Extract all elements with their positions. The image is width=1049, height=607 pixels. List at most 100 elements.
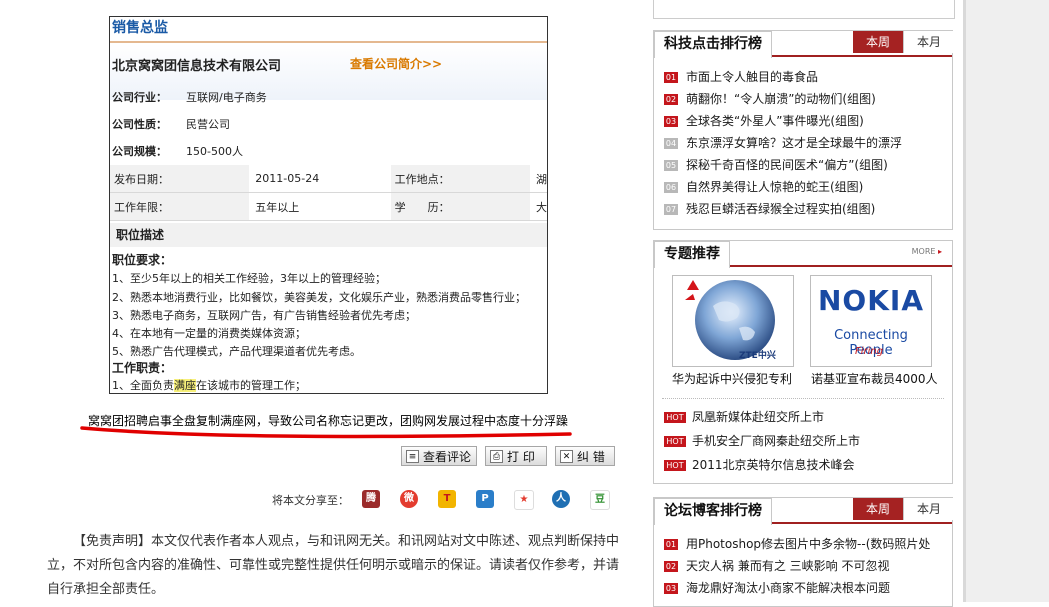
requirement-line: 4、在本地有一定量的消费类媒体资源； <box>112 327 306 340</box>
years-label: 工作年限： <box>110 192 250 221</box>
tab-month[interactable]: 本月 <box>903 498 954 520</box>
panel-header: 专题推荐 MORE ▸ <box>654 241 952 268</box>
rank-number: 06 <box>664 182 678 193</box>
panel-header: 论坛博客排行榜 本周 本月 <box>654 498 954 525</box>
panel-title: 专题推荐 <box>654 241 730 268</box>
nature-label: 公司性质： <box>112 118 167 131</box>
rank-item[interactable]: 02 天灾人祸 兼而有之 三峡影响 不可忽视 <box>664 557 889 574</box>
correct-error-button[interactable]: ✕ 纠 错 <box>555 446 615 466</box>
hot-badge: HOT <box>664 412 686 423</box>
qq-weibo-share-icon[interactable]: 腾 <box>362 490 380 508</box>
rank-number: 03 <box>664 116 678 127</box>
industry-value: 互联网/电子商务 <box>186 91 267 104</box>
tab-week[interactable]: 本周 <box>853 498 903 520</box>
special-topics-panel: 专题推荐 MORE ▸ ZTE中兴 华为起诉中兴侵犯专利 NOKIA Conne… <box>653 240 953 484</box>
print-button[interactable]: ⎙ 打 印 <box>485 446 547 466</box>
requirements-header: 职位要求： <box>112 253 173 267</box>
panel-title: 论坛博客排行榜 <box>654 498 772 525</box>
title-divider <box>110 41 547 43</box>
rank-number: 02 <box>664 94 678 105</box>
sidebar-top-panel-edge <box>653 0 955 19</box>
douban-share-icon[interactable]: 豆 <box>590 490 610 510</box>
industry-label: 公司行业： <box>112 91 167 104</box>
years-value: 五年以上 <box>249 192 391 221</box>
rank-number: 07 <box>664 204 678 215</box>
company-name: 北京窝窝团信息技术有限公司 <box>112 59 282 74</box>
kaixin-share-icon[interactable]: ★ <box>514 490 534 510</box>
requirement-line: 3、熟悉电子商务，互联网广告，有广告销售经验者优先考虑； <box>112 309 416 322</box>
duties-header: 工作职责： <box>112 361 173 375</box>
rank-item[interactable]: 03 海龙鼎好淘汰小商家不能解决根本问题 <box>664 579 890 596</box>
job-title: 销售总监 <box>112 20 168 36</box>
scale-value: 150-500人 <box>186 145 243 158</box>
rank-number: 03 <box>664 583 678 594</box>
panel-header: 科技点击排行榜 本周 本月 <box>654 31 954 58</box>
duty-text-post: 在该城市的管理工作； <box>196 379 306 392</box>
edu-value: 大 <box>530 192 547 221</box>
comment-icon: ≡ <box>406 450 419 463</box>
view-comments-button[interactable]: ≡ 查看评论 <box>401 446 477 466</box>
duty-line: 1、全面负责满座在该城市的管理工作； <box>112 377 306 393</box>
more-link[interactable]: MORE ▸ <box>912 247 942 256</box>
duty-header: 职位描述 <box>110 223 547 247</box>
requirement-line: 5、熟悉广告代理模式，产品代理渠道者优先考虑。 <box>112 345 361 358</box>
page-background-right <box>966 0 1049 602</box>
rank-item[interactable]: 07 残忍巨蟒活吞绿猴全过程实拍(组图) <box>664 200 875 217</box>
rank-item[interactable]: 06 自然界美得让人惊艳的蛇王(组图) <box>664 178 863 195</box>
rank-number: 02 <box>664 561 678 572</box>
industry-row: 公司行业： 互联网/电子商务 <box>112 89 267 105</box>
rank-item[interactable]: 02 萌翻你！“令人崩溃”的动物们(组图) <box>664 90 876 107</box>
location-value: 湖 <box>530 165 547 193</box>
tech-rank-panel: 科技点击排行榜 本周 本月 01 市面上令人触目的毒食品 02 萌翻你！“令人崩溃”… <box>653 30 954 230</box>
requirement-line: 1、至少5年以上的相关工作经验，3年以上的管理经验； <box>112 272 386 285</box>
scale-row: 公司规模： 150-500人 <box>112 143 243 159</box>
tab-week[interactable]: 本周 <box>853 31 903 53</box>
pengyou-share-icon[interactable]: P <box>476 490 494 508</box>
date-label: 发布日期： <box>110 165 250 193</box>
x-icon: ✕ <box>560 450 573 463</box>
rank-number: 04 <box>664 138 678 149</box>
highlighted-word: 满座 <box>174 379 196 392</box>
hot-item[interactable]: HOT 凤凰新媒体赴纽交所上市 <box>664 408 824 425</box>
nokia-thumbnail[interactable]: NOKIA Connecting People Firing <box>810 275 932 367</box>
dotted-divider <box>662 398 944 399</box>
rank-item[interactable]: 03 全球各类“外星人”事件曝光(组图) <box>664 112 864 129</box>
hot-badge: HOT <box>664 436 686 447</box>
rank-item[interactable]: 05 探秘千奇百怪的民间医术“偏方”(组图) <box>664 156 888 173</box>
red-underline-annotation <box>80 426 572 439</box>
thumbnail-caption[interactable]: 诺基亚宣布裁员4000人 <box>811 370 938 387</box>
hot-badge: HOT <box>664 460 686 471</box>
share-label: 将本文分享至： <box>272 494 349 507</box>
requirement-line: 2、熟悉本地消费行业，比如餐饮，美容美发，文化娱乐产业，熟悉消费品零售行业； <box>112 291 526 304</box>
nokia-logo: NOKIA <box>817 284 925 317</box>
rank-item[interactable]: 04 东京漂浮女算啥？这才是全球最牛的漂浮 <box>664 134 902 151</box>
tab-month[interactable]: 本月 <box>903 31 954 53</box>
zte-logo: ZTE中兴 <box>739 351 776 361</box>
duty-text-pre: 1、全面负责 <box>112 379 174 392</box>
rank-item[interactable]: 01 市面上令人触目的毒食品 <box>664 68 818 85</box>
edu-label: 学 历： <box>390 192 530 221</box>
rank-number: 01 <box>664 539 678 550</box>
nature-row: 公司性质： 民营公司 <box>112 116 230 132</box>
company-intro-link: 查看公司简介>> <box>350 57 443 71</box>
sina-weibo-share-icon[interactable]: 微 <box>400 490 418 508</box>
rank-number: 01 <box>664 72 678 83</box>
tianya-share-icon[interactable]: T <box>438 490 456 508</box>
date-value: 2011-05-24 <box>249 165 391 193</box>
printer-icon: ⎙ <box>490 450 503 463</box>
hot-item[interactable]: HOT 2011北京英特尔信息技术峰会 <box>664 456 855 473</box>
job-posting-image: 销售总监 北京窝窝团信息技术有限公司 查看公司简介>> 公司行业： 互联网/电子商… <box>109 16 548 394</box>
rank-number: 05 <box>664 160 678 171</box>
renren-share-icon[interactable]: 人 <box>552 490 570 508</box>
thumbnail-caption[interactable]: 华为起诉中兴侵犯专利 <box>672 370 792 387</box>
job-detail-table: 发布日期： 2011-05-24 工作地点： 湖 工作年限： 五年以上 学 历：… <box>110 165 547 221</box>
location-label: 工作地点： <box>390 165 530 193</box>
nature-value: 民营公司 <box>186 118 230 131</box>
forum-rank-panel: 论坛博客排行榜 本周 本月 01 用Photoshop修去图片中多余物--(数码照… <box>653 497 954 607</box>
panel-title: 科技点击排行榜 <box>654 31 772 58</box>
zte-huawei-thumbnail[interactable]: ZTE中兴 <box>672 275 794 367</box>
firing-overlay: Firing <box>855 346 884 357</box>
hot-item[interactable]: HOT 手机安全厂商网秦赴纽交所上市 <box>664 432 860 449</box>
rank-item[interactable]: 01 用Photoshop修去图片中多余物--(数码照片处 <box>664 535 930 552</box>
page-edge <box>963 0 966 602</box>
